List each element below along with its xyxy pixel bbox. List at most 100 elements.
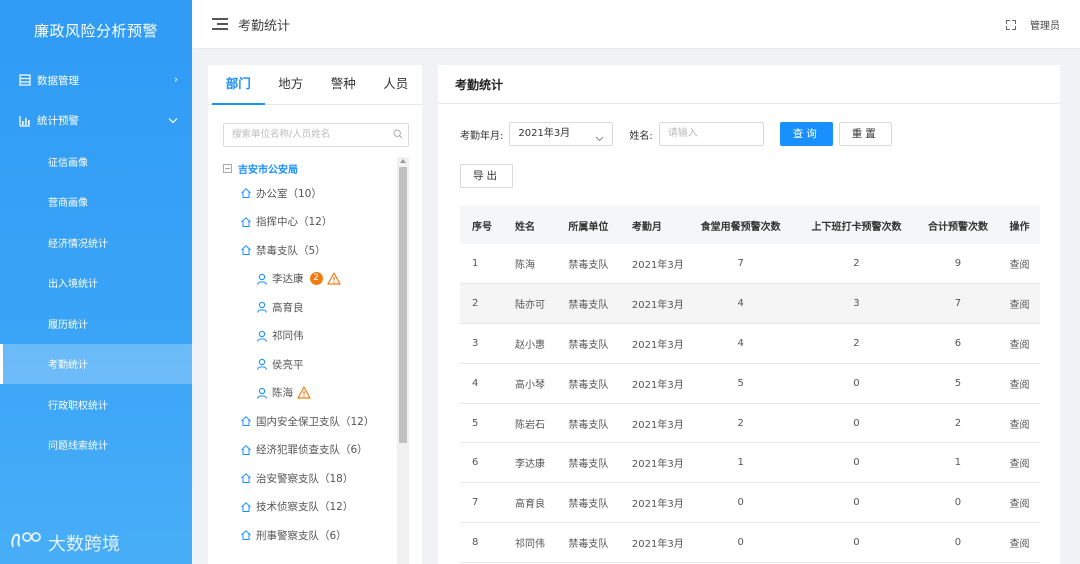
home-icon xyxy=(240,415,252,427)
month-select[interactable]: 2021年3月 xyxy=(509,122,614,146)
view-link[interactable]: 查阅 xyxy=(998,403,1040,444)
menu-data-management[interactable]: 数据管理 › xyxy=(0,60,192,101)
tree-node-dept[interactable]: 办公室（10） xyxy=(223,179,397,208)
tree-node-dept[interactable]: 刑事警察支队（6） xyxy=(223,521,397,550)
cell-total-warnings: 6 xyxy=(916,323,999,364)
submenu-label: 出入境统计 xyxy=(48,279,98,291)
tree-search-input[interactable]: 搜索单位名称/人员姓名 xyxy=(223,123,409,147)
tab-department[interactable]: 部门 xyxy=(212,65,265,105)
view-link[interactable]: 查阅 xyxy=(998,442,1040,484)
cell-name: 陆亦可 xyxy=(503,283,557,325)
cell-name: 祁同伟 xyxy=(503,522,557,563)
tree-node-person[interactable]: 侯亮平 xyxy=(223,350,397,379)
home-icon xyxy=(240,216,252,228)
cell-total-warnings: 2 xyxy=(916,403,999,444)
home-icon xyxy=(240,472,252,484)
tree-node-person[interactable]: 陈海 xyxy=(223,379,397,408)
cell-meal-warnings: 4 xyxy=(685,323,796,364)
tree-node-dept[interactable]: 技术侦察支队（12） xyxy=(223,493,397,522)
tree-node-dept[interactable]: 国内安全保卫支队（12） xyxy=(223,407,397,436)
user-icon xyxy=(256,358,268,370)
tree-node-label: 陈海 xyxy=(272,387,293,400)
app-title: 廉政风险分析预警 xyxy=(33,22,158,40)
cell-month: 2021年3月 xyxy=(619,522,686,563)
export-button[interactable]: 导出 xyxy=(460,164,513,188)
view-link[interactable]: 查阅 xyxy=(998,363,1040,404)
tree-node-label: 经济犯罪侦查支队（6） xyxy=(256,444,368,457)
fullscreen-icon[interactable] xyxy=(1006,19,1016,30)
collapse-icon[interactable]: − xyxy=(223,163,232,173)
brand-logo-text: 大数跨境 xyxy=(48,533,120,555)
col-header: 考勤月 xyxy=(619,206,686,244)
cell-meal-warnings: 7 xyxy=(685,244,796,285)
tree-root[interactable]: − 吉安市公安局 xyxy=(223,157,397,179)
view-link[interactable]: 查阅 xyxy=(998,522,1040,563)
submenu-resume-stats[interactable]: 履历统计 xyxy=(0,303,192,344)
submenu-label: 经济情况统计 xyxy=(48,238,108,250)
tab-region[interactable]: 地方 xyxy=(265,65,318,104)
cell-clock-warnings: 0 xyxy=(796,482,917,524)
table-header-row: 序号 姓名 所属单位 考勤月 食堂用餐预警次数 上下班打卡预警次数 合计预警次数… xyxy=(460,206,1040,244)
submenu-business-profile[interactable]: 营商画像 xyxy=(0,182,192,223)
menu-toggle-icon[interactable] xyxy=(212,18,228,30)
tree-tabs: 部门 地方 警种 人员 xyxy=(208,65,422,105)
submenu-admin-power-stats[interactable]: 行政职权统计 xyxy=(0,384,192,425)
user-icon xyxy=(256,273,268,285)
tree-node-dept[interactable]: 治安警察支队（18） xyxy=(223,464,397,493)
cell-month: 2021年3月 xyxy=(619,442,686,484)
user-name[interactable]: 管理员 xyxy=(1030,17,1060,32)
menu-stat-warning[interactable]: 统计预警 xyxy=(0,101,192,142)
search-icon[interactable] xyxy=(393,129,403,139)
submenu-economic-stats[interactable]: 经济情况统计 xyxy=(0,222,192,263)
submenu-attendance-stats[interactable]: 考勤统计 xyxy=(0,343,192,384)
cell-total-warnings: 1 xyxy=(916,442,999,484)
home-icon xyxy=(240,444,252,456)
view-link[interactable]: 查阅 xyxy=(998,283,1040,325)
tree-node-label: 治安警察支队（18） xyxy=(256,472,354,485)
tree-scrollbar[interactable] xyxy=(397,157,409,564)
tree-node-dept[interactable]: 禁毒支队（5） xyxy=(223,236,397,265)
tree-node-dept[interactable]: 指挥中心（12） xyxy=(223,208,397,237)
table-row: 5 陈岩石 禁毒支队 2021年3月 2 0 2 查阅 xyxy=(460,403,1040,444)
tree-node-person[interactable]: 祁同伟 xyxy=(223,322,397,351)
submenu-credit-profile[interactable]: 征信画像 xyxy=(0,141,192,182)
table-row: 4 高小琴 禁毒支队 2021年3月 5 0 5 查阅 xyxy=(460,363,1040,404)
count-badge: 2 xyxy=(309,272,323,286)
cell-clock-warnings: 0 xyxy=(796,403,917,444)
cell-unit: 禁毒支队 xyxy=(556,442,620,484)
submenu-border-stats[interactable]: 出入境统计 xyxy=(0,263,192,304)
tree-node-person[interactable]: 高育良 xyxy=(223,293,397,322)
cell-clock-warnings: 2 xyxy=(796,244,917,285)
tree-node-dept[interactable]: 经济犯罪侦查支队（6） xyxy=(223,436,397,465)
view-link[interactable]: 查阅 xyxy=(998,323,1040,364)
query-button[interactable]: 查询 xyxy=(779,122,833,146)
submenu-label: 行政职权统计 xyxy=(48,400,108,412)
cell-clock-warnings: 2 xyxy=(796,323,917,364)
home-icon xyxy=(240,244,252,256)
tree-node-person[interactable]: 李达康 2 xyxy=(223,265,397,294)
scrollbar-thumb[interactable] xyxy=(399,167,407,443)
scroll-up-icon[interactable] xyxy=(400,159,406,163)
tree-node-label: 禁毒支队（5） xyxy=(256,244,326,257)
col-header: 合计预警次数 xyxy=(916,206,999,244)
cell-total-warnings: 9 xyxy=(916,244,999,285)
view-link[interactable]: 查阅 xyxy=(998,482,1040,524)
user-icon xyxy=(256,330,268,342)
home-icon xyxy=(240,187,252,199)
name-input[interactable]: 请输入 xyxy=(658,122,764,146)
reset-button[interactable]: 重置 xyxy=(838,122,892,146)
cell-index: 8 xyxy=(460,522,504,563)
cell-index: 7 xyxy=(460,482,504,524)
tab-personnel[interactable]: 人员 xyxy=(370,65,423,104)
submenu-clue-stats[interactable]: 问题线索统计 xyxy=(0,425,192,466)
table-row: 2 陆亦可 禁毒支队 2021年3月 4 3 7 查阅 xyxy=(460,283,1040,325)
view-link[interactable]: 查阅 xyxy=(998,244,1040,285)
chevron-down-icon xyxy=(595,129,604,151)
cell-unit: 禁毒支队 xyxy=(556,323,620,364)
cell-meal-warnings: 5 xyxy=(685,363,796,404)
sidebar: 廉政风险分析预警 数据管理 › 统计预警 征信画像 营商画像 经济情况统计 出入… xyxy=(0,0,192,564)
cell-meal-warnings: 0 xyxy=(685,482,796,524)
tab-police-type[interactable]: 警种 xyxy=(317,65,370,104)
cell-clock-warnings: 0 xyxy=(796,442,917,484)
top-header: 考勤统计 管理员 xyxy=(192,0,1080,49)
